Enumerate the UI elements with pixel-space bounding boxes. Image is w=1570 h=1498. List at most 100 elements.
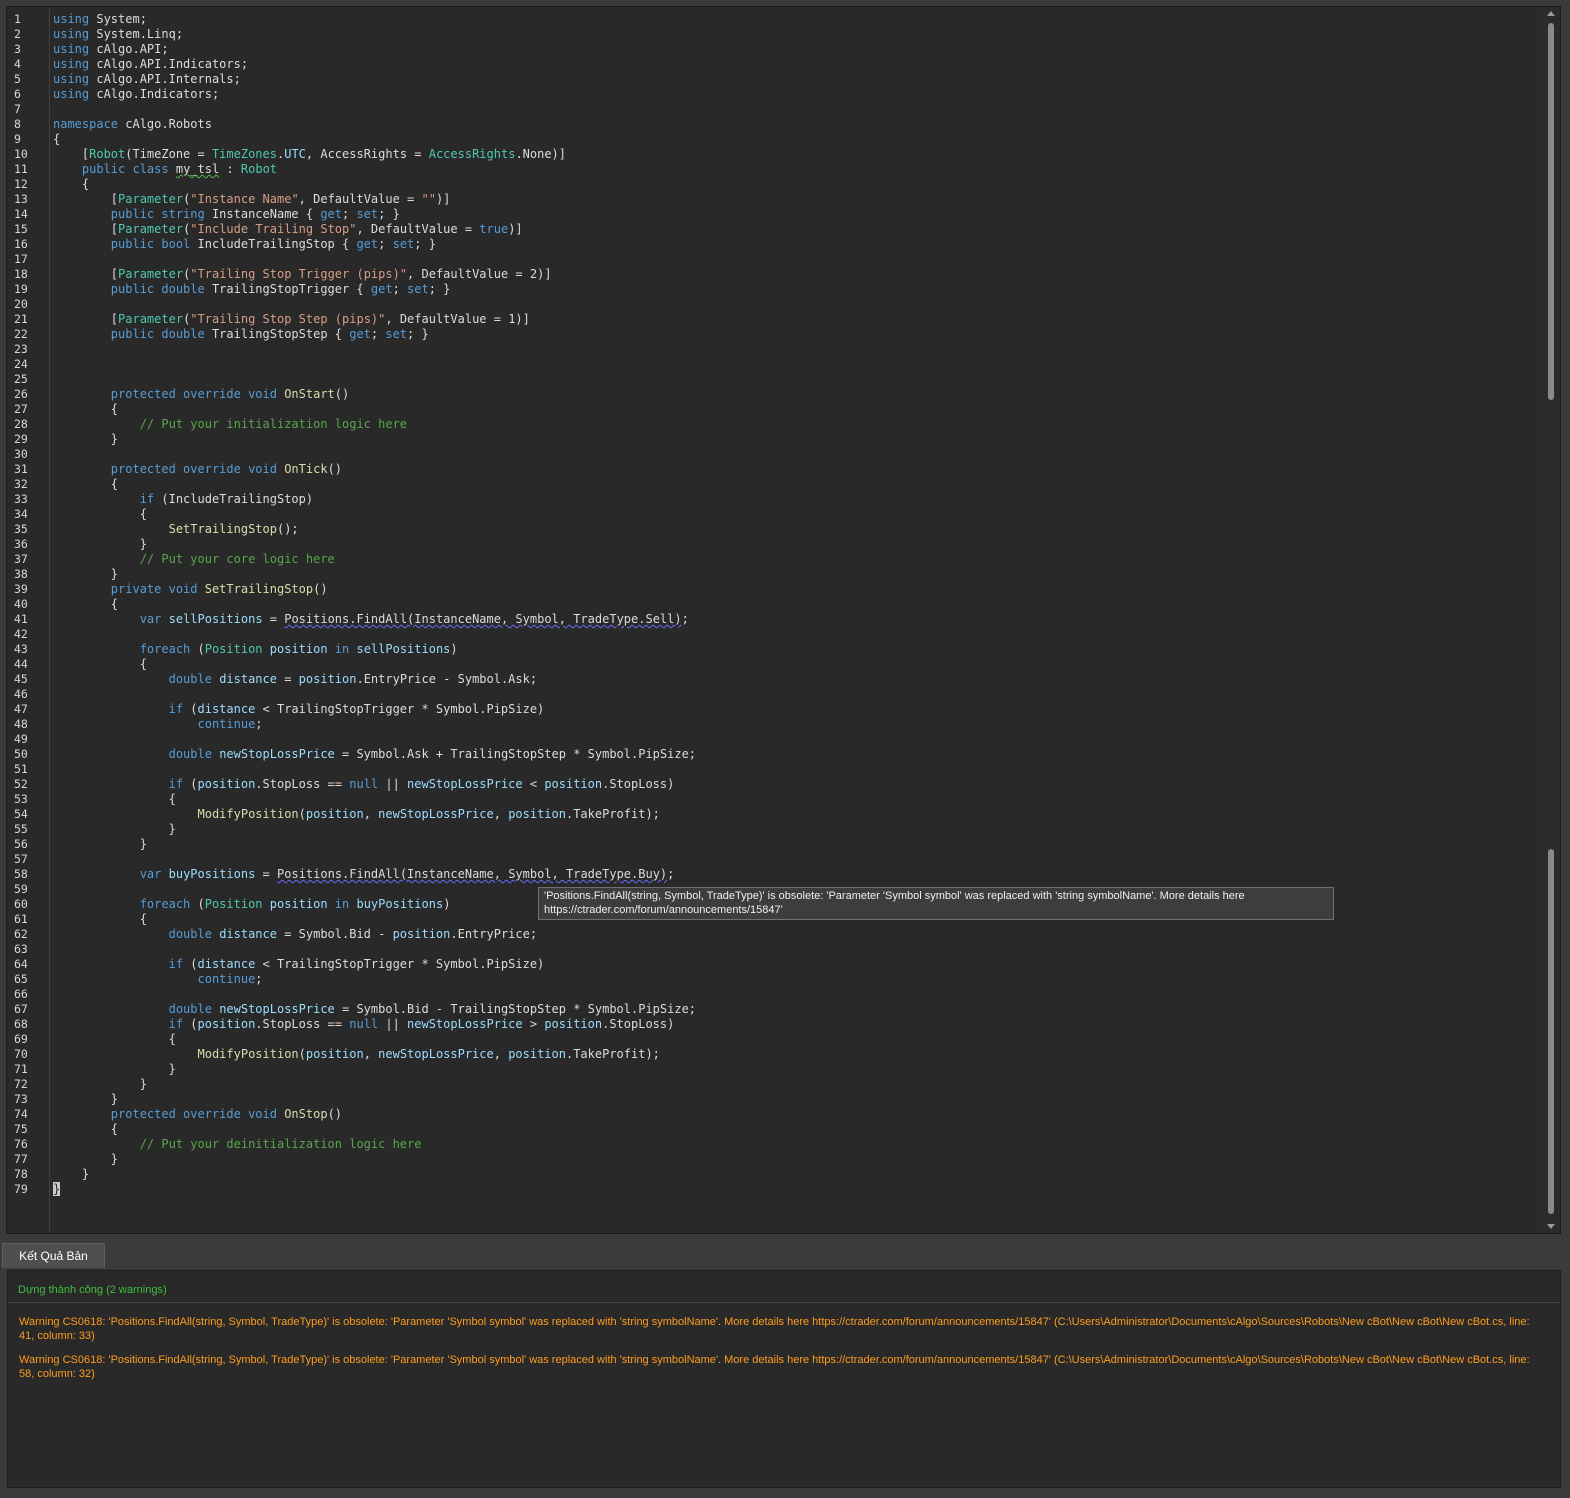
code-line[interactable]: { (53, 912, 147, 927)
code-line[interactable]: namespace cAlgo.Robots (53, 117, 212, 132)
code-token: public double (110, 282, 205, 296)
line-number: 25 (14, 372, 28, 386)
code-line[interactable]: if (distance < TrailingStopTrigger * Sym… (53, 957, 545, 972)
code-line[interactable]: public double TrailingStopTrigger { get;… (53, 282, 451, 297)
code-line[interactable]: { (53, 792, 176, 807)
line-number: 18 (14, 267, 28, 281)
line-number: 6 (14, 87, 21, 101)
code-line[interactable]: double newStopLossPrice = Symbol.Ask + T… (53, 747, 696, 762)
code-token: double (168, 747, 212, 761)
scroll-down-arrow-icon[interactable] (1547, 1224, 1555, 1229)
code-line[interactable]: // Put your deinitialization logic here (53, 1137, 422, 1152)
code-line[interactable]: if (position.StopLoss == null || newStop… (53, 1017, 675, 1032)
code-line[interactable]: foreach (Position position in sellPositi… (53, 642, 458, 657)
code-line[interactable]: protected override void OnTick() (53, 462, 342, 477)
code-line[interactable]: using cAlgo.API.Internals; (53, 72, 241, 87)
code-line[interactable]: continue; (53, 972, 263, 987)
code-line[interactable]: foreach (Position position in buyPositio… (53, 897, 451, 912)
code-line[interactable]: var sellPositions = Positions.FindAll(In… (53, 612, 689, 627)
scrollbar-thumb-lower[interactable] (1548, 849, 1554, 1214)
code-line[interactable]: public class my_tsl : Robot (53, 162, 277, 177)
code-line[interactable]: [Robot(TimeZone = TimeZones.UTC, AccessR… (53, 147, 566, 162)
code-token: () (327, 1107, 343, 1121)
code-line[interactable]: if (IncludeTrailingStop) (53, 492, 313, 507)
code-line[interactable]: } (53, 837, 147, 852)
code-line[interactable]: } (53, 822, 176, 837)
code-line[interactable]: if (distance < TrailingStopTrigger * Sym… (53, 702, 545, 717)
code-line[interactable]: double distance = Symbol.Bid - position.… (53, 927, 537, 942)
scrollbar-thumb[interactable] (1548, 23, 1554, 400)
code-line[interactable]: { (53, 597, 118, 612)
code-token: position (392, 927, 451, 941)
line-number: 4 (14, 57, 21, 71)
code-line[interactable]: [Parameter("Trailing Stop Step (pips)", … (53, 312, 530, 327)
code-token: } (53, 1092, 119, 1106)
code-token: ; (255, 717, 263, 731)
line-number: 58 (14, 867, 28, 881)
code-token: ) (450, 642, 458, 656)
code-line[interactable]: public double TrailingStopStep { get; se… (53, 327, 429, 342)
code-line[interactable]: using System; (53, 12, 147, 27)
code-line[interactable]: protected override void OnStart() (53, 387, 349, 402)
code-line[interactable]: if (position.StopLoss == null || newStop… (53, 777, 675, 792)
code-line[interactable]: { (53, 477, 118, 492)
code-line[interactable]: { (53, 402, 118, 417)
code-line[interactable]: // Put your core logic here (53, 552, 335, 567)
code-line[interactable]: protected override void OnStop() (53, 1107, 342, 1122)
code-line[interactable]: [Parameter("Include Trailing Stop", Defa… (53, 222, 523, 237)
code-line[interactable]: double newStopLossPrice = Symbol.Bid - T… (53, 1002, 696, 1017)
code-line[interactable]: private void SetTrailingStop() (53, 582, 328, 597)
code-line[interactable]: ModifyPosition(position, newStopLossPric… (53, 1047, 660, 1062)
code-token: cAlgo.API; (89, 42, 169, 56)
code-line[interactable]: } (53, 1077, 147, 1092)
code-line[interactable]: using cAlgo.API; (53, 42, 169, 57)
scroll-up-arrow-icon[interactable] (1547, 11, 1555, 16)
code-text-area[interactable]: using System; using System.Linq; using cAl… (53, 7, 1538, 1233)
tab-build-results[interactable]: Kết Quả Bản Dựng (2, 1243, 105, 1287)
code-token: System; (89, 12, 147, 26)
code-token: var (139, 612, 162, 626)
code-line[interactable]: { (53, 177, 89, 192)
code-line[interactable]: [Parameter("Trailing Stop Trigger (pips)… (53, 267, 552, 282)
warning-message[interactable]: Warning CS0618: 'Positions.FindAll(strin… (19, 1315, 1538, 1343)
code-line[interactable]: } (53, 1167, 89, 1182)
code-line[interactable]: } (53, 1092, 118, 1107)
code-line[interactable]: using System.Linq; (53, 27, 183, 42)
code-line[interactable]: var buyPositions = Positions.FindAll(Ins… (53, 867, 675, 882)
code-line[interactable]: ModifyPosition(position, newStopLossPric… (53, 807, 660, 822)
code-line[interactable]: } (53, 432, 118, 447)
code-token: foreach (139, 642, 191, 656)
code-line[interactable]: { (53, 1122, 118, 1137)
code-line[interactable]: } (53, 537, 147, 552)
line-number: 42 (14, 627, 28, 641)
code-line[interactable]: { (53, 132, 60, 147)
code-editor[interactable]: 1 2 3 4 5 6 7 8 9 10 11 12 13 14 15 16 17 18 19 20 21 22 23 24 2… (6, 6, 1561, 1234)
code-line[interactable]: } (53, 1182, 61, 1197)
code-line[interactable]: } (53, 567, 118, 582)
code-line[interactable]: { (53, 657, 147, 672)
code-token: { (53, 177, 90, 191)
code-line[interactable]: using cAlgo.Indicators; (53, 87, 219, 102)
code-line[interactable]: { (53, 1032, 176, 1047)
code-line[interactable]: public bool IncludeTrailingStop { get; s… (53, 237, 436, 252)
code-token: set (356, 207, 379, 221)
code-token: "" (421, 192, 436, 206)
code-line[interactable]: double distance = position.EntryPrice - … (53, 672, 538, 687)
code-token: double (168, 1002, 212, 1016)
vertical-scrollbar[interactable] (1542, 7, 1560, 1233)
code-line[interactable]: } (53, 1152, 118, 1167)
code-line[interactable]: SetTrailingStop(); (53, 522, 299, 537)
warning-message[interactable]: Warning CS0618: 'Positions.FindAll(strin… (19, 1353, 1538, 1381)
code-line[interactable]: [Parameter("Instance Name", DefaultValue… (53, 192, 451, 207)
code-line[interactable]: } (53, 1062, 176, 1077)
code-line[interactable]: continue; (53, 717, 263, 732)
code-line[interactable]: using cAlgo.API.Indicators; (53, 57, 248, 72)
code-line[interactable]: public string InstanceName { get; set; } (53, 207, 400, 222)
code-line[interactable]: { (53, 507, 147, 522)
code-line[interactable]: // Put your initialization logic here (53, 417, 407, 432)
